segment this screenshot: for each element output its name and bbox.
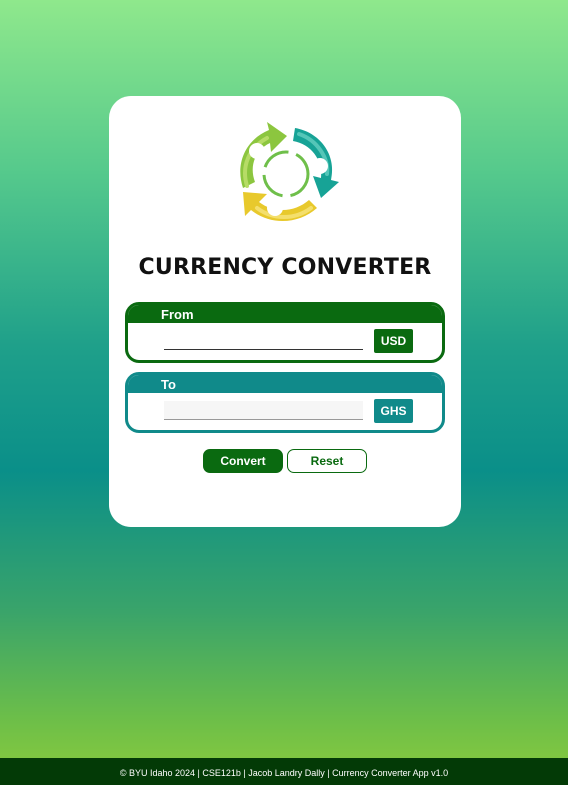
to-label: To [128,375,442,393]
convert-button[interactable]: Convert [203,449,283,473]
from-panel: From USD [125,302,445,363]
page-title: CURRENCY CONVERTER [138,255,432,280]
from-currency-button[interactable]: USD [374,329,413,353]
from-label: From [128,305,442,323]
from-amount-input[interactable] [164,331,363,350]
footer-text: © BYU Idaho 2024 | CSE121b | Jacob Landr… [0,758,568,785]
to-currency-button[interactable]: GHS [374,399,413,423]
to-panel: To GHS [125,372,445,433]
reset-button[interactable]: Reset [287,449,367,473]
converter-card: CURRENCY CONVERTER From USD To GHS Conve… [109,96,461,527]
recycle-arrows-logo-icon [240,122,339,222]
to-amount-input[interactable] [164,401,363,420]
